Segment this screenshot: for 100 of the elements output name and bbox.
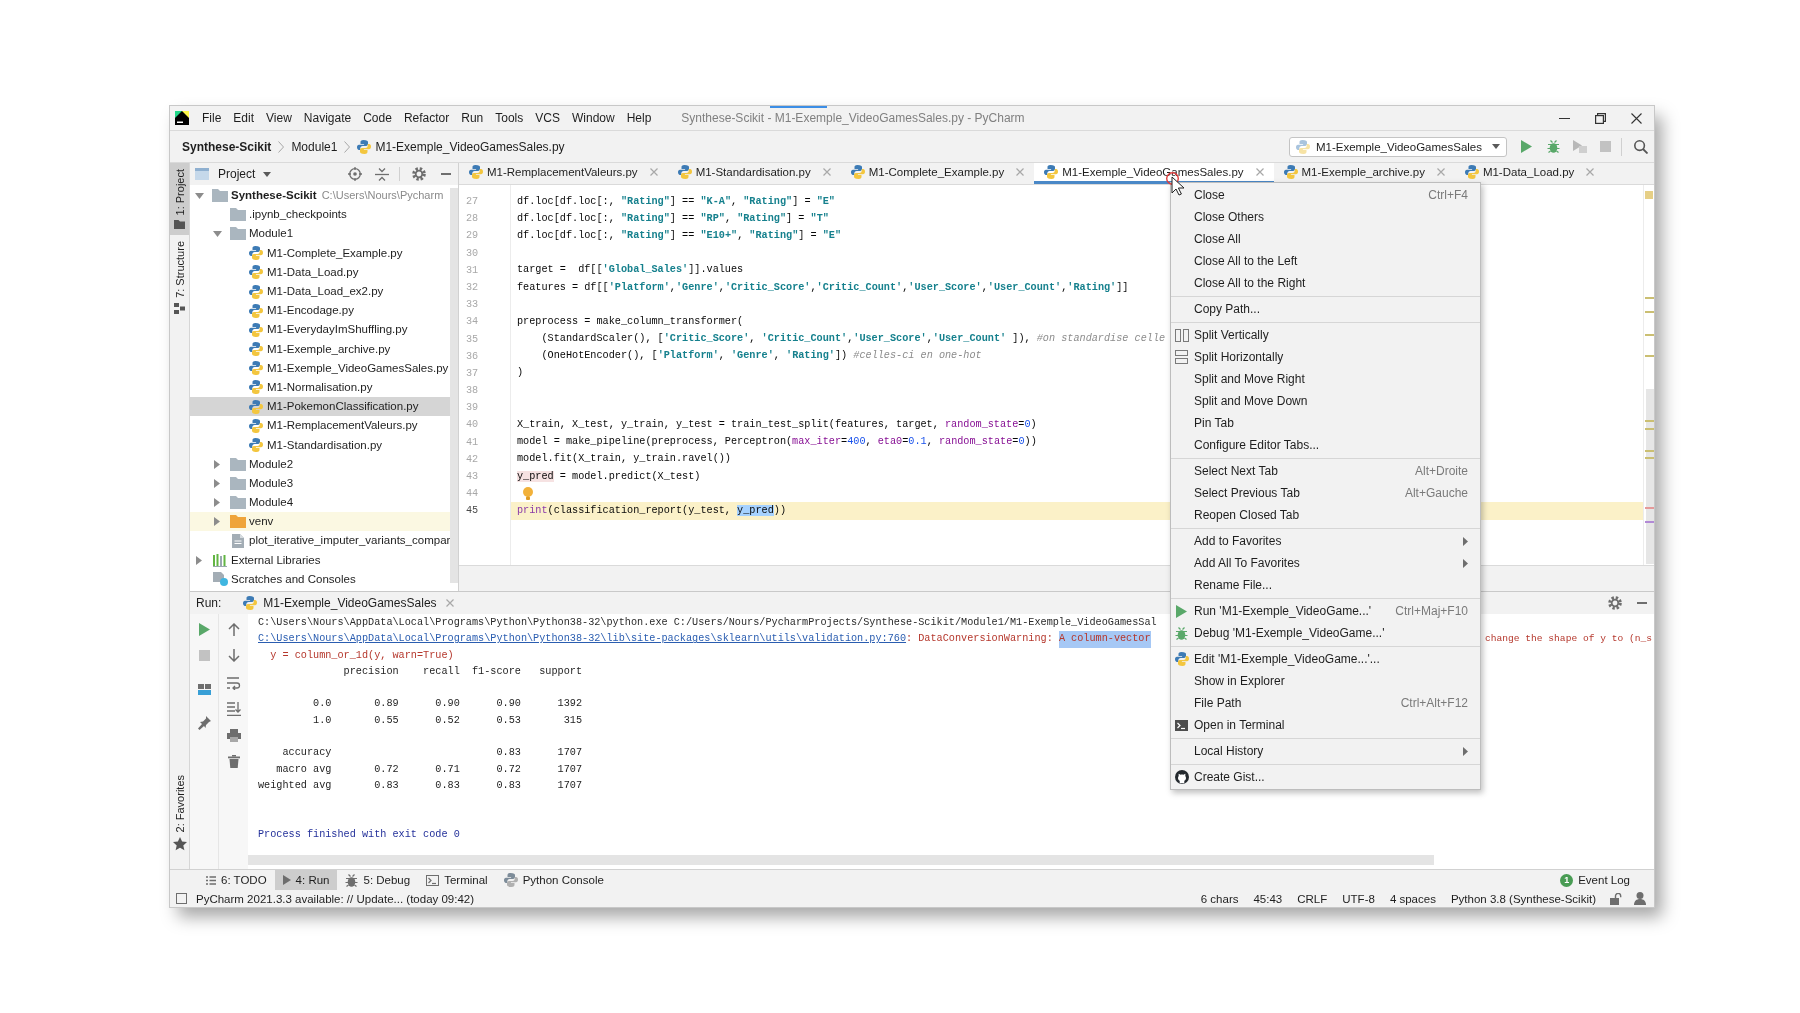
- status-item[interactable]: Python 3.8 (Synthese-Scikit): [1450, 891, 1596, 906]
- tree-item[interactable]: M1-Exemple_VideoGamesSales.py: [190, 358, 450, 378]
- tree-item[interactable]: plot_iterative_imputer_variants_compar: [190, 531, 450, 551]
- tool-window-tab[interactable]: 7: Structure: [170, 235, 189, 321]
- menu-item[interactable]: Add to Favorites: [1171, 530, 1480, 552]
- scrollbar-thumb[interactable]: [450, 188, 458, 583]
- menu-item[interactable]: Reopen Closed Tab: [1171, 504, 1480, 526]
- tree-item[interactable]: Module2: [190, 454, 450, 474]
- tool-window-button[interactable]: 5: Debug: [337, 870, 419, 890]
- menu-item[interactable]: Code: [357, 109, 398, 127]
- menu-item[interactable]: Configure Editor Tabs...: [1171, 434, 1480, 456]
- menu-item[interactable]: Close All: [1171, 228, 1480, 250]
- triangle-down-icon[interactable]: [194, 192, 204, 199]
- close-icon[interactable]: [649, 168, 658, 176]
- run-tab[interactable]: M1-Exemple_VideoGamesSales: [239, 592, 458, 614]
- menu-item[interactable]: Open in Terminal: [1171, 714, 1480, 736]
- print-icon[interactable]: [226, 729, 241, 742]
- scrollbar-thumb[interactable]: [248, 855, 1434, 865]
- menu-item[interactable]: View: [260, 109, 298, 127]
- arrow-up-icon[interactable]: [227, 623, 240, 636]
- tree-item[interactable]: M1-EverydayImShuffling.py: [190, 320, 450, 340]
- person-icon[interactable]: [1634, 892, 1646, 905]
- menu-item[interactable]: Split and Move Right: [1171, 368, 1480, 390]
- tree-item[interactable]: Module3: [190, 473, 450, 493]
- arrow-down-icon[interactable]: [227, 649, 240, 662]
- menu-item[interactable]: Run 'M1-Exemple_VideoGame...' Ctrl+Maj+F10: [1171, 600, 1480, 622]
- editor-tab[interactable]: M1-RemplacementValeurs.py: [459, 163, 668, 184]
- menu-item[interactable]: Edit: [227, 109, 261, 127]
- menu-item[interactable]: Tools: [489, 109, 530, 127]
- wrap-icon[interactable]: [226, 677, 241, 690]
- lightbulb-icon[interactable]: [523, 487, 533, 501]
- tree-item[interactable]: M1-Standardisation.py: [190, 435, 450, 455]
- menu-item[interactable]: Window: [565, 109, 621, 127]
- collapse-all-icon[interactable]: [375, 167, 389, 181]
- file-link[interactable]: C:\Users\Nours\AppData\Local\Programs\Python\Python38-32\lib\site-packages\sklearn\utils\validation.py:760: [258, 631, 907, 648]
- settings-icon[interactable]: [1608, 596, 1622, 610]
- tool-window-button[interactable]: Terminal: [418, 870, 496, 890]
- menu-item[interactable]: Create Gist...: [1171, 766, 1480, 788]
- menu-item[interactable]: Close All to the Left: [1171, 250, 1480, 272]
- breadcrumb-item[interactable]: Synthese-Scikit: [182, 138, 272, 155]
- close-icon[interactable]: [445, 599, 454, 607]
- run-icon[interactable]: [1521, 140, 1532, 153]
- debug-icon[interactable]: [1547, 140, 1560, 153]
- tree-item[interactable]: M1-Exemple_archive.py: [190, 339, 450, 359]
- status-item[interactable]: UTF-8: [1342, 891, 1375, 906]
- menu-item[interactable]: Split Horizontally: [1171, 346, 1480, 368]
- menu-item[interactable]: Copy Path...: [1171, 298, 1480, 320]
- menu-item[interactable]: Debug 'M1-Exemple_VideoGame...': [1171, 622, 1480, 644]
- tool-window-tab[interactable]: 2: Favorites: [170, 768, 189, 857]
- triangle-right-icon[interactable]: [214, 498, 220, 508]
- menu-item[interactable]: File Path Ctrl+Alt+F12: [1171, 692, 1480, 714]
- tree-item[interactable]: M1-RemplacementValeurs.py: [190, 416, 450, 436]
- event-log-button[interactable]: 1 Event Log: [1560, 873, 1630, 887]
- menu-item[interactable]: Select Previous Tab Alt+Gauche: [1171, 482, 1480, 504]
- menu-item[interactable]: File: [196, 109, 228, 127]
- tree-item[interactable]: M1-Normalisation.py: [190, 377, 450, 398]
- tool-window-button[interactable]: 4: Run: [274, 870, 338, 890]
- tree-item[interactable]: venv: [190, 512, 450, 532]
- editor-tab[interactable]: M1-Exemple_archive.py: [1273, 163, 1455, 184]
- search-icon[interactable]: [1634, 139, 1648, 154]
- editor-tab[interactable]: M1-Data_Load.py: [1454, 163, 1605, 184]
- scrollbar-thumb[interactable]: [1646, 389, 1654, 564]
- close-icon[interactable]: [822, 168, 831, 176]
- triangle-right-icon[interactable]: [214, 459, 220, 469]
- lock-icon[interactable]: [1610, 892, 1622, 905]
- tree-item[interactable]: M1-PokemonClassification.py: [190, 397, 450, 417]
- status-item[interactable]: 6 chars: [1200, 891, 1239, 906]
- menu-item[interactable]: Select Next Tab Alt+Droite: [1171, 460, 1480, 482]
- triangle-right-icon[interactable]: [196, 555, 202, 565]
- menu-item[interactable]: Rename File...: [1171, 574, 1480, 596]
- tree-item[interactable]: Module1: [190, 224, 450, 244]
- settings-icon[interactable]: [412, 167, 426, 181]
- menu-item[interactable]: Split and Move Down: [1171, 390, 1480, 412]
- layout-icon[interactable]: [197, 684, 211, 695]
- tool-window-button[interactable]: Python Console: [495, 870, 612, 890]
- scroll-to-end-icon[interactable]: [226, 702, 241, 716]
- tree-item[interactable]: .ipynb_checkpoints: [190, 205, 450, 225]
- tool-window-button[interactable]: 6: TODO: [198, 870, 275, 890]
- tree-item[interactable]: M1-Complete_Example.py: [190, 243, 450, 263]
- tree-item[interactable]: External Libraries: [190, 550, 450, 570]
- tool-window-tab[interactable]: 1: Project: [170, 163, 189, 236]
- breadcrumb-item[interactable]: M1-Exemple_VideoGamesSales.py: [357, 138, 565, 155]
- tree-item[interactable]: Module4: [190, 493, 450, 513]
- menu-item[interactable]: Help: [620, 109, 658, 127]
- menu-item[interactable]: Close All to the Right: [1171, 272, 1480, 294]
- tree-item[interactable]: M1-Data_Load.py: [190, 262, 450, 282]
- status-item[interactable]: 4 spaces: [1389, 891, 1436, 906]
- editor-tab[interactable]: M1-Exemple_VideoGamesSales.py: [1034, 163, 1274, 184]
- triangle-down-icon[interactable]: [212, 230, 222, 237]
- triangle-right-icon[interactable]: [214, 517, 220, 527]
- menu-item[interactable]: Navigate: [297, 109, 358, 127]
- menu-item[interactable]: Add All To Favorites: [1171, 552, 1480, 574]
- triangle-right-icon[interactable]: [214, 478, 220, 488]
- tree-item[interactable]: Synthese-Scikit C:\Users\Nours\Pycharm: [190, 186, 450, 206]
- editor-tab[interactable]: M1-Complete_Example.py: [840, 163, 1035, 184]
- menu-item[interactable]: Pin Tab: [1171, 412, 1480, 434]
- status-item[interactable]: 45:43: [1253, 891, 1283, 906]
- play-square-icon[interactable]: [1573, 140, 1587, 153]
- close-icon[interactable]: [1255, 168, 1264, 176]
- menu-item[interactable]: Refactor: [397, 109, 456, 127]
